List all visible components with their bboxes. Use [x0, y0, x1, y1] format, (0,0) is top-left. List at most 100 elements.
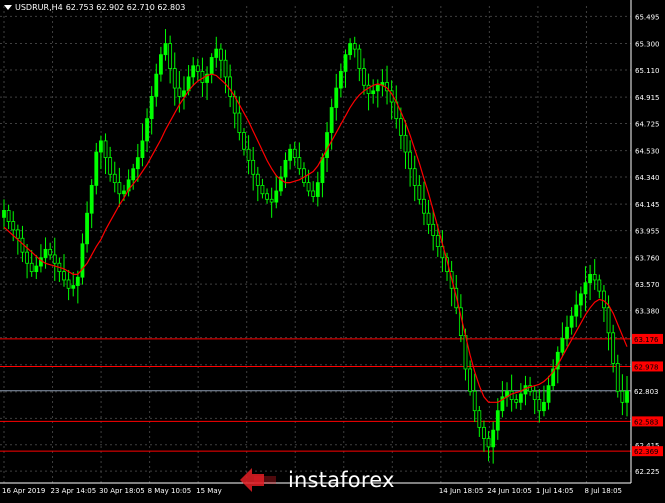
- x-tick-label: 16 Apr 2019: [2, 487, 45, 495]
- candle-body: [71, 285, 76, 289]
- candle-body: [108, 157, 113, 175]
- candle-body: [542, 401, 546, 412]
- x-tick-label: 15 May: [196, 487, 222, 495]
- candle-body: [209, 57, 214, 75]
- candle-body: [366, 84, 371, 95]
- candle-body: [578, 293, 583, 306]
- candle-body: [89, 184, 94, 214]
- candle-body: [523, 385, 528, 395]
- candle-body: [66, 279, 71, 289]
- y-tick-label: 65.300: [635, 41, 660, 49]
- y-tick-label: 63.570: [635, 281, 660, 289]
- candle-body: [435, 235, 440, 247]
- candle-body: [94, 151, 99, 186]
- candle-body: [334, 87, 339, 108]
- candle-body: [325, 132, 329, 158]
- candle-body: [131, 168, 136, 181]
- candle-body: [218, 48, 223, 61]
- candle-body: [255, 173, 260, 186]
- candle-body: [195, 65, 200, 72]
- candle-body: [371, 90, 376, 95]
- candle-body: [348, 43, 353, 56]
- candle-body: [329, 107, 334, 133]
- candle-body: [283, 159, 288, 178]
- candle-body: [315, 182, 320, 197]
- candle-body: [122, 190, 126, 195]
- candle-body: [223, 59, 228, 78]
- x-tick-label: 14 Jun 18:05: [439, 487, 483, 495]
- candle-body: [15, 229, 20, 239]
- candle-body: [43, 248, 48, 259]
- candle-body: [145, 118, 149, 142]
- candle-body: [6, 210, 11, 222]
- candle-body: [338, 70, 343, 89]
- candle-body: [583, 282, 588, 295]
- candle-body: [569, 315, 574, 328]
- candle-body: [495, 410, 500, 431]
- candle-body: [11, 221, 16, 231]
- y-tick-label: 63.955: [635, 228, 660, 236]
- x-tick-label: 8 Jul 18:05: [584, 487, 622, 495]
- candle-body: [99, 140, 103, 153]
- candle-body: [34, 265, 39, 273]
- candle-body: [112, 173, 117, 184]
- y-tick-label: 64.725: [635, 121, 660, 129]
- candle-body: [417, 184, 422, 200]
- y-tick-label: 62.225: [635, 468, 660, 476]
- candle-body: [168, 43, 173, 69]
- candle-body: [25, 251, 29, 264]
- candle-body: [431, 223, 436, 236]
- candle-body: [602, 290, 606, 309]
- candle-body: [265, 193, 269, 200]
- candle-body: [403, 134, 408, 153]
- chart-header: USDRUR,H4 62.753 62.902 62.710 62.803: [4, 3, 185, 12]
- candle-body: [135, 157, 140, 170]
- candle-body: [362, 68, 366, 86]
- candle-body: [191, 65, 196, 78]
- y-tick-label: 64.915: [635, 94, 660, 102]
- candle-body: [422, 198, 426, 214]
- watermark: instaforex: [238, 466, 395, 494]
- candle-body: [251, 159, 256, 175]
- candle-body: [62, 271, 66, 281]
- candle-body: [29, 262, 34, 273]
- candle-body: [154, 73, 159, 97]
- candle-body: [2, 210, 6, 218]
- candle-body: [620, 390, 625, 403]
- candle-body: [228, 76, 233, 97]
- candle-body: [468, 368, 472, 392]
- candle-body: [311, 190, 316, 197]
- candle-body: [625, 390, 629, 403]
- y-tick-label: 63.760: [635, 255, 660, 263]
- candle-body: [246, 148, 251, 161]
- candle-body: [518, 393, 523, 403]
- candle-body: [48, 248, 53, 256]
- ohlc-readout: 62.753 62.902 62.710 62.803: [65, 3, 186, 12]
- candle-body: [149, 95, 154, 120]
- candle-body: [297, 157, 302, 170]
- candle-body: [532, 390, 537, 400]
- candle-body: [546, 385, 551, 403]
- chart-svg: 65.495 65.300 65.110 64.915 64.725 64.530 64.3…: [0, 0, 663, 495]
- candle-body: [514, 399, 519, 403]
- candle-body: [140, 140, 145, 158]
- candle-body: [52, 254, 57, 264]
- instaforex-logo-icon: [240, 468, 276, 492]
- dropdown-triangle-icon[interactable]: [4, 5, 12, 10]
- watermark-text: instaforex: [288, 468, 395, 492]
- candle-body: [237, 112, 242, 133]
- candle-body: [472, 390, 477, 412]
- x-tick-label: 8 May 10:05: [148, 487, 192, 495]
- candle-body: [357, 48, 362, 69]
- level-label: 62.369: [634, 448, 659, 456]
- candle-body: [426, 212, 431, 225]
- x-tick-label: 23 Apr 14:05: [51, 487, 97, 495]
- candle-body: [611, 332, 616, 364]
- candle-body: [486, 438, 491, 448]
- candle-body: [274, 190, 279, 203]
- y-tick-label: 65.110: [635, 67, 660, 75]
- y-tick-label: 64.340: [635, 174, 660, 182]
- candle-body: [292, 148, 297, 158]
- candle-body: [615, 363, 620, 392]
- candle-body: [320, 157, 325, 184]
